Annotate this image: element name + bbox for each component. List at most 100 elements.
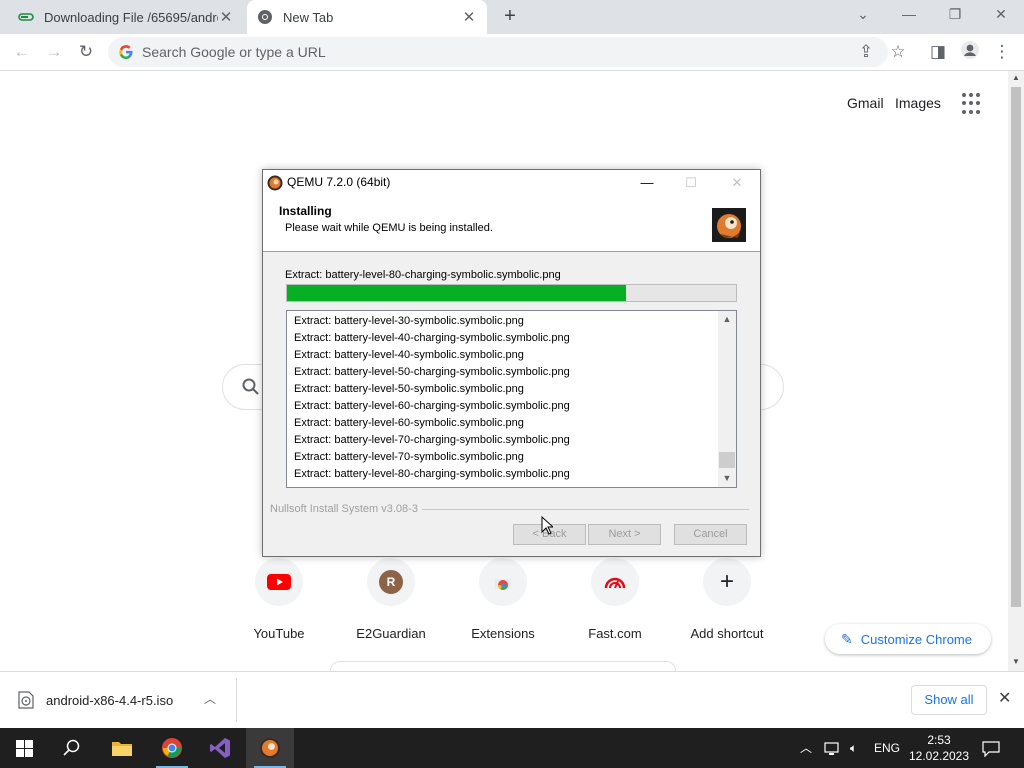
profile-avatar-icon[interactable]: [958, 40, 982, 64]
google-apps-icon[interactable]: [962, 93, 984, 115]
shortcut-youtube[interactable]: YouTube: [223, 558, 335, 641]
shortcut-extensions[interactable]: Extensions: [447, 558, 559, 641]
log-scrollbar[interactable]: ▲ ▼: [718, 311, 736, 487]
customize-chrome-button[interactable]: ✎ Customize Chrome: [825, 624, 991, 654]
current-action-label: Extract: battery-level-80-charging-symbo…: [285, 269, 561, 281]
gmail-link[interactable]: Gmail: [847, 95, 884, 111]
windows-taskbar: ︿ 🔈︎ ENG 2:53 12.02.2023: [0, 728, 1024, 768]
tab-new-tab[interactable]: New Tab ✕: [247, 0, 487, 34]
address-input[interactable]: [142, 37, 832, 67]
installer-subheading: Please wait while QEMU is being installe…: [285, 222, 493, 234]
close-tab-icon[interactable]: ✕: [461, 8, 477, 26]
installer-heading: Installing: [279, 204, 332, 218]
installer-titlebar[interactable]: QEMU 7.2.0 (64bit) — ☐ ✕: [263, 170, 760, 196]
windows-start-icon[interactable]: [0, 728, 48, 768]
file-explorer-icon[interactable]: [98, 728, 146, 768]
cancel-button[interactable]: Cancel: [674, 524, 747, 545]
network-icon[interactable]: [824, 728, 842, 768]
search-icon: [242, 378, 259, 395]
iso-file-icon: [18, 691, 34, 709]
dialog-maximize-icon: ☐: [685, 175, 697, 190]
download-item[interactable]: android-x86-4.4-r5.iso: [18, 686, 173, 714]
log-line: Extract: battery-level-70-symbolic.symbo…: [294, 451, 524, 463]
install-progress-bar: [286, 284, 737, 302]
forward-arrow-icon[interactable]: →: [42, 40, 66, 64]
shortcut-add[interactable]: + Add shortcut: [671, 558, 783, 641]
scroll-down-icon[interactable]: ▼: [1008, 655, 1024, 669]
system-clock[interactable]: 2:53 12.02.2023: [908, 732, 970, 764]
qemu-icon: [267, 175, 283, 191]
installer-dialog: QEMU 7.2.0 (64bit) — ☐ ✕ Installing Plea…: [262, 169, 761, 557]
tab-title: Downloading File /65695/android-x86-4.4-…: [44, 9, 218, 25]
close-download-bar-icon[interactable]: ✕: [998, 688, 1011, 708]
shortcut-e2guardian[interactable]: R E2Guardian: [335, 558, 447, 641]
google-g-icon: [119, 45, 133, 59]
installer-header: Installing Please wait while QEMU is bei…: [263, 196, 760, 252]
chevron-up-icon[interactable]: ︿: [204, 690, 216, 707]
visual-studio-icon[interactable]: [196, 728, 244, 768]
chrome-icon[interactable]: [148, 728, 196, 768]
progress-fill: [287, 285, 626, 301]
input-language[interactable]: ENG: [874, 728, 900, 768]
tab-title: New Tab: [283, 9, 334, 25]
back-arrow-icon[interactable]: ←: [10, 40, 34, 64]
shortcut-label: Add shortcut: [690, 626, 764, 641]
fast-speedometer-icon: [591, 558, 639, 606]
notifications-icon[interactable]: [982, 728, 1000, 768]
reload-icon[interactable]: ↻: [74, 40, 98, 64]
new-tab-button[interactable]: +: [498, 5, 522, 29]
menu-kebab-icon[interactable]: ⋮: [990, 40, 1014, 64]
shortcut-label: YouTube: [253, 626, 305, 641]
shortcut-label: E2Guardian: [356, 626, 426, 641]
qemu-installer-icon[interactable]: [246, 728, 294, 768]
volume-icon[interactable]: 🔈︎: [850, 728, 857, 768]
download-filename: android-x86-4.4-r5.iso: [46, 692, 174, 708]
mouse-cursor-icon: [541, 516, 553, 535]
browser-toolbar: ← → ↻ ⇪ ☆ ◨ ⋮: [0, 34, 1024, 71]
scroll-up-icon[interactable]: ▲: [718, 311, 736, 328]
images-link[interactable]: Images: [895, 95, 941, 111]
pencil-icon: ✎: [841, 630, 853, 647]
scrollbar-thumb[interactable]: [1011, 87, 1021, 607]
plus-icon: +: [703, 558, 751, 606]
tab-downloading-file[interactable]: Downloading File /65695/android-x86-4.4-…: [8, 0, 244, 34]
show-hidden-icons-icon[interactable]: ︿: [800, 728, 812, 768]
dialog-close-icon: ✕: [731, 175, 743, 190]
scroll-up-icon[interactable]: ▲: [1008, 71, 1024, 85]
log-line: Extract: battery-level-40-charging-symbo…: [294, 332, 570, 344]
address-bar[interactable]: [108, 37, 888, 67]
close-tab-icon[interactable]: ✕: [218, 8, 234, 26]
show-all-button[interactable]: Show all: [911, 685, 987, 715]
log-line: Extract: battery-level-70-charging-symbo…: [294, 434, 570, 446]
close-window-icon[interactable]: ✕: [978, 0, 1024, 30]
clock-time: 2:53: [927, 733, 951, 747]
log-line: Extract: battery-level-30-symbolic.symbo…: [294, 315, 524, 327]
chrome-web-store-icon: [479, 558, 527, 606]
log-line: Extract: battery-level-50-symbolic.symbo…: [294, 383, 524, 395]
shortcut-fast[interactable]: Fast.com: [559, 558, 671, 641]
log-line: Extract: battery-level-60-charging-symbo…: [294, 400, 570, 412]
log-scrollbar-thumb[interactable]: [719, 452, 735, 468]
dialog-minimize-icon[interactable]: —: [632, 172, 662, 194]
chrome-icon: [258, 10, 272, 24]
download-progress-icon: [18, 13, 34, 21]
page-scrollbar[interactable]: ▲ ▼: [1008, 71, 1024, 671]
minimize-icon[interactable]: —: [886, 0, 932, 30]
bookmark-star-icon[interactable]: ☆: [886, 40, 910, 64]
scroll-down-icon[interactable]: ▼: [718, 470, 736, 487]
log-line: Extract: battery-level-50-charging-symbo…: [294, 366, 570, 378]
install-log[interactable]: Extract: battery-level-30-symbolic.symbo…: [286, 310, 737, 488]
shortcut-label: Fast.com: [588, 626, 642, 641]
letter-r-avatar: R: [367, 558, 415, 606]
share-icon[interactable]: ⇪: [854, 40, 878, 64]
restore-icon[interactable]: ❐: [932, 0, 978, 30]
next-button[interactable]: Next >: [588, 524, 661, 545]
download-shelf: android-x86-4.4-r5.iso ︿ Show all ✕: [0, 671, 1024, 728]
search-icon[interactable]: [48, 728, 96, 768]
shortcut-label: Extensions: [471, 626, 535, 641]
qemu-logo-icon: [712, 208, 746, 242]
side-panel-icon[interactable]: ◨: [926, 40, 950, 64]
clock-date: 12.02.2023: [908, 749, 970, 763]
tab-search-icon[interactable]: ⌄: [840, 0, 886, 30]
customize-label: Customize Chrome: [860, 631, 972, 647]
